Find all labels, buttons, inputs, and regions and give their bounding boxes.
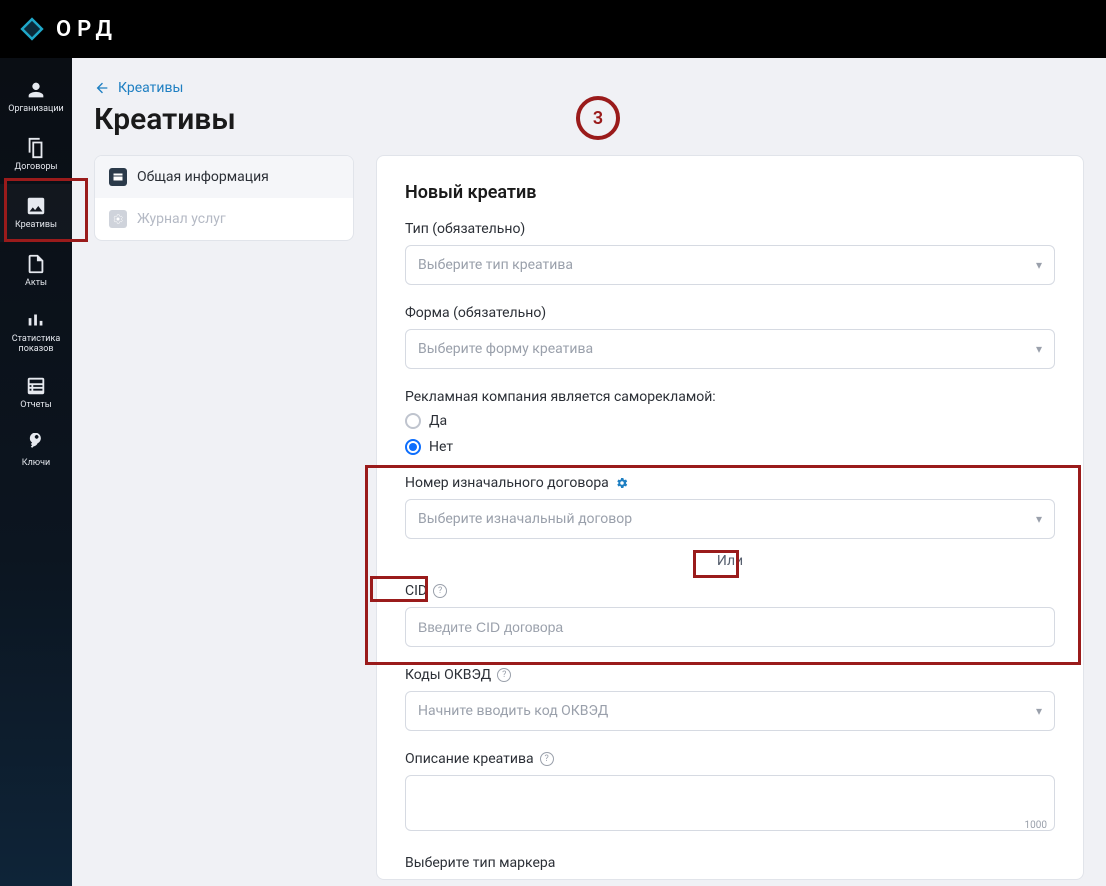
field-cid: CID ? — [405, 583, 1055, 647]
sidebar-item-label: Креативы — [15, 221, 57, 231]
help-icon[interactable]: ? — [497, 668, 511, 682]
okved-label-text: Коды ОКВЭД — [405, 667, 491, 683]
left-panel: Общая информация Журнал услуг — [94, 155, 354, 880]
desc-label-text: Описание креатива — [405, 751, 534, 767]
field-selfad-label: Рекламная компания является саморекламой… — [405, 389, 1055, 405]
sidebar-item-contracts[interactable]: Договоры — [0, 126, 72, 184]
image-icon — [25, 195, 47, 217]
brand: ОРД — [18, 15, 118, 43]
radio-icon — [405, 413, 421, 429]
contract-label-text: Номер изначального договора — [405, 475, 609, 491]
contract-placeholder: Выберите изначальный договор — [418, 511, 632, 527]
sidebar-item-label: Договоры — [14, 163, 57, 173]
sidebar-item-stats[interactable]: Статистика показов — [0, 300, 72, 364]
field-okved: Коды ОКВЭД ? Начните вводить код ОКВЭД ▾ — [405, 667, 1055, 731]
gear-square-icon — [109, 210, 127, 228]
form-placeholder: Выберите форму креатива — [418, 341, 593, 357]
field-okved-label: Коды ОКВЭД ? — [405, 667, 1055, 683]
field-form-label: Форма (обязательно) — [405, 305, 1055, 321]
char-counter: 1000 — [1025, 820, 1047, 831]
type-select[interactable]: Выберите тип креатива ▾ — [405, 245, 1055, 285]
radio-no-label: Нет — [429, 439, 453, 455]
cid-input[interactable] — [405, 607, 1055, 647]
cid-label-text: CID — [405, 583, 427, 599]
form-panel: Новый креатив Тип (обязательно) Выберите… — [376, 155, 1084, 880]
report-icon — [25, 375, 47, 397]
help-icon[interactable]: ? — [540, 752, 554, 766]
chevron-down-icon: ▾ — [1036, 512, 1042, 526]
field-type-label: Тип (обязательно) — [405, 221, 1055, 237]
logo-icon — [18, 15, 46, 43]
tab-label: Журнал услуг — [137, 211, 226, 227]
chevron-down-icon: ▾ — [1036, 704, 1042, 718]
field-marker-label: Выберите тип маркера — [405, 855, 1055, 871]
gear-icon[interactable] — [615, 476, 629, 490]
field-form: Форма (обязательно) Выберите форму креат… — [405, 305, 1055, 369]
field-selfad: Рекламная компания является саморекламой… — [405, 389, 1055, 455]
page-title: Креативы — [94, 102, 1084, 137]
tab-label: Общая информация — [137, 169, 269, 185]
copy-icon — [25, 137, 47, 159]
okved-select[interactable]: Начните вводить код ОКВЭД ▾ — [405, 691, 1055, 731]
bars-icon — [25, 309, 47, 331]
brand-text: ОРД — [56, 17, 118, 42]
sidebar-item-reports[interactable]: Отчеты — [0, 364, 72, 422]
radio-yes-label: Да — [429, 413, 447, 429]
field-marker: Выберите тип маркера — [405, 855, 1055, 871]
content: Креативы Креативы Общая информация — [72, 58, 1106, 886]
sidebar-item-label: Организации — [8, 105, 64, 115]
chevron-down-icon: ▾ — [1036, 342, 1042, 356]
field-contract-number: Номер изначального договора Выберите изн… — [405, 475, 1055, 539]
type-placeholder: Выберите тип креатива — [418, 257, 573, 273]
field-contract-label: Номер изначального договора — [405, 475, 1055, 491]
field-cid-label: CID ? — [405, 583, 1055, 599]
radio-icon — [405, 439, 421, 455]
form-select[interactable]: Выберите форму креатива ▾ — [405, 329, 1055, 369]
tab-service-journal: Журнал услуг — [95, 198, 353, 240]
key-icon — [25, 433, 47, 455]
form-title: Новый креатив — [405, 182, 1055, 203]
sidebar-item-creatives[interactable]: Креативы — [0, 184, 72, 242]
field-type: Тип (обязательно) Выберите тип креатива … — [405, 221, 1055, 285]
field-description: Описание креатива ? 1000 — [405, 751, 1055, 835]
tab-card: Общая информация Журнал услуг — [94, 155, 354, 241]
help-icon[interactable]: ? — [433, 584, 447, 598]
sidebar-item-label: Статистика показов — [0, 335, 72, 355]
or-separator: Или — [405, 553, 1055, 569]
radio-no[interactable]: Нет — [405, 439, 1055, 455]
sidebar-item-label: Отчеты — [20, 401, 51, 411]
field-description-label: Описание креатива ? — [405, 751, 1055, 767]
back-icon — [94, 80, 110, 96]
sidebar-item-label: Акты — [25, 279, 47, 289]
breadcrumb[interactable]: Креативы — [94, 80, 1084, 96]
breadcrumb-label: Креативы — [118, 80, 183, 96]
sidebar-item-organizations[interactable]: Организации — [0, 68, 72, 126]
sidebar-item-acts[interactable]: Акты — [0, 242, 72, 300]
sidebar-item-keys[interactable]: Ключи — [0, 422, 72, 480]
people-icon — [25, 79, 47, 101]
chevron-down-icon: ▾ — [1036, 258, 1042, 272]
document-icon — [25, 253, 47, 275]
tab-general-info[interactable]: Общая информация — [95, 156, 353, 198]
radio-yes[interactable]: Да — [405, 413, 1055, 429]
topbar: ОРД — [0, 0, 1106, 58]
okved-placeholder: Начните вводить код ОКВЭД — [418, 703, 608, 719]
sidebar: Организации Договоры Креативы Акты Стати… — [0, 58, 72, 886]
card-icon — [109, 168, 127, 186]
contract-select[interactable]: Выберите изначальный договор ▾ — [405, 499, 1055, 539]
sidebar-item-label: Ключи — [22, 459, 50, 469]
description-textarea[interactable] — [405, 775, 1055, 831]
